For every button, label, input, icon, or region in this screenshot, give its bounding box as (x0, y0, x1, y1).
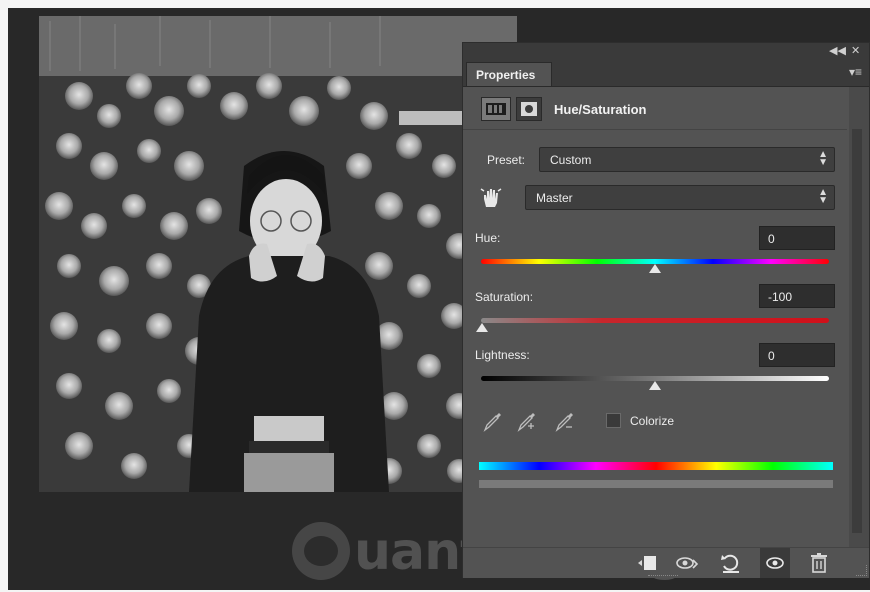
lightness-slider-thumb[interactable] (649, 381, 661, 390)
saturation-slider-track[interactable] (481, 318, 829, 323)
eyedropper-add-icon[interactable] (515, 409, 539, 433)
output-color-bar (479, 480, 833, 488)
reset-icon[interactable] (719, 552, 743, 574)
clip-to-layer-icon[interactable] (635, 552, 659, 574)
double-chevron-left-icon[interactable]: ◀◀ (829, 44, 846, 57)
panel-corner-grip[interactable] (856, 565, 867, 576)
trash-icon[interactable] (807, 552, 831, 574)
input-color-bar (479, 462, 833, 470)
colorize-checkbox[interactable] (606, 413, 621, 428)
preset-value: Custom (550, 153, 592, 167)
select-arrows-icon: ▲ ▼ (818, 149, 828, 168)
panel-tabbar: Properties ▾≡ (463, 60, 869, 87)
panel-menu-icon[interactable]: ▾≡ (849, 65, 862, 79)
preset-select[interactable]: Custom ▲ ▼ (539, 147, 835, 172)
close-icon[interactable]: ✕ (851, 44, 860, 57)
photo-image (39, 16, 517, 492)
colorize-label: Colorize (630, 414, 675, 428)
adjustment-title: Hue/Saturation (554, 102, 647, 117)
hue-slider-thumb[interactable] (649, 264, 661, 273)
hue-label: Hue: (475, 231, 501, 245)
properties-panel: ◀◀ ✕ Properties ▾≡ Hue/Saturation Preset… (462, 42, 870, 578)
targeted-adjustment-hand-icon[interactable] (479, 185, 503, 209)
panel-topbar: ◀◀ ✕ (463, 43, 869, 60)
tab-properties[interactable]: Properties (466, 62, 552, 86)
saturation-input[interactable]: -100 (759, 284, 835, 308)
layer-mask-icon[interactable] (516, 97, 542, 121)
eyedropper-icon[interactable] (481, 409, 505, 433)
panel-bottom-toolbar (463, 547, 869, 578)
view-previous-state-icon[interactable] (675, 552, 699, 574)
adjustment-layer-icon[interactable] (481, 97, 511, 121)
toggle-visibility-button[interactable] (760, 548, 790, 578)
panel-resize-grip[interactable] (648, 575, 678, 578)
saturation-label: Saturation: (475, 290, 534, 304)
panel-scrollbar-thumb[interactable] (852, 129, 862, 533)
lightness-label: Lightness: (475, 348, 530, 362)
select-arrows-icon: ▲ ▼ (818, 187, 828, 206)
channel-value: Master (536, 191, 573, 205)
preset-label: Preset: (487, 153, 526, 167)
eyedropper-subtract-icon[interactable] (553, 409, 577, 433)
eye-icon (766, 557, 784, 569)
saturation-slider-thumb[interactable] (476, 323, 488, 332)
watermark-logo-icon (292, 522, 350, 580)
channel-select[interactable]: Master ▲ ▼ (525, 185, 835, 210)
lightness-input[interactable]: 0 (759, 343, 835, 367)
hue-input[interactable]: 0 (759, 226, 835, 250)
photo-canvas[interactable] (39, 16, 517, 492)
adjustment-header: Hue/Saturation (463, 87, 847, 130)
